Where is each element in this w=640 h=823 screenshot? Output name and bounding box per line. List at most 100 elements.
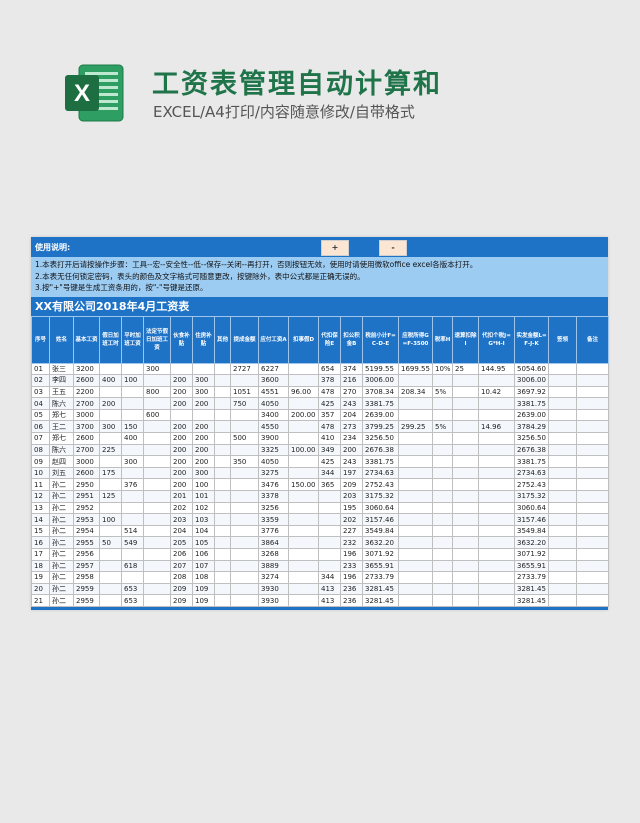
table-cell[interactable]: 3000 xyxy=(73,408,100,422)
table-cell[interactable]: 203 xyxy=(340,490,363,503)
table-cell[interactable] xyxy=(318,513,341,526)
table-cell[interactable] xyxy=(576,501,609,515)
table-cell[interactable]: 3256.50 xyxy=(514,432,549,445)
table-cell[interactable]: 1051 xyxy=(230,385,259,399)
table-cell[interactable]: 4551 xyxy=(258,385,289,399)
table-cell[interactable] xyxy=(478,490,515,503)
table-cell[interactable] xyxy=(143,559,171,573)
table-cell[interactable]: 478 xyxy=(318,385,341,399)
table-cell[interactable]: 07 xyxy=(31,432,50,445)
table-cell[interactable]: 175 xyxy=(99,466,122,480)
table-cell[interactable] xyxy=(452,501,479,515)
table-cell[interactable] xyxy=(432,455,453,468)
table-cell[interactable] xyxy=(99,559,122,573)
table-cell[interactable]: 208.34 xyxy=(398,385,433,399)
table-cell[interactable]: 549 xyxy=(121,536,144,549)
table-cell[interactable] xyxy=(143,594,171,607)
table-cell[interactable] xyxy=(432,466,453,480)
table-cell[interactable]: 205 xyxy=(170,536,193,549)
table-cell[interactable]: 96.00 xyxy=(288,385,319,399)
table-cell[interactable]: 4050 xyxy=(258,397,289,410)
table-cell[interactable] xyxy=(576,455,609,468)
table-cell[interactable]: 2956 xyxy=(73,548,100,561)
table-cell[interactable] xyxy=(432,594,453,607)
table-cell[interactable]: 5% xyxy=(432,420,453,434)
table-cell[interactable] xyxy=(99,408,122,422)
table-cell[interactable]: 300 xyxy=(192,466,215,480)
table-cell[interactable]: 21 xyxy=(31,594,50,607)
table-cell[interactable]: 14.96 xyxy=(478,420,515,434)
table-cell[interactable]: 410 xyxy=(318,432,341,445)
table-cell[interactable] xyxy=(478,443,515,457)
table-cell[interactable] xyxy=(288,571,319,584)
table-cell[interactable] xyxy=(99,501,122,515)
table-cell[interactable]: 500 xyxy=(230,432,259,445)
table-cell[interactable] xyxy=(288,559,319,573)
table-cell[interactable]: 02 xyxy=(31,374,50,387)
table-cell[interactable] xyxy=(230,466,259,480)
table-cell[interactable]: 李四 xyxy=(49,374,74,387)
table-cell[interactable]: 3071.92 xyxy=(514,548,549,561)
table-cell[interactable]: 200 xyxy=(192,397,215,410)
table-cell[interactable] xyxy=(478,536,515,549)
table-cell[interactable]: 3381.75 xyxy=(514,455,549,468)
table-cell[interactable]: 2700 xyxy=(73,397,100,410)
table-cell[interactable] xyxy=(214,443,231,457)
table-cell[interactable] xyxy=(121,408,144,422)
table-cell[interactable] xyxy=(548,397,577,410)
table-cell[interactable] xyxy=(478,408,515,422)
table-cell[interactable] xyxy=(318,559,341,573)
table-cell[interactable]: 孙二 xyxy=(49,501,74,515)
table-cell[interactable] xyxy=(99,524,122,538)
table-cell[interactable]: 2676.38 xyxy=(362,443,399,457)
table-cell[interactable]: 16 xyxy=(31,536,50,549)
table-cell[interactable] xyxy=(398,582,433,596)
table-cell[interactable] xyxy=(318,548,341,561)
table-cell[interactable]: 195 xyxy=(340,501,363,515)
table-cell[interactable] xyxy=(576,536,609,549)
table-cell[interactable] xyxy=(452,582,479,596)
table-cell[interactable]: 12 xyxy=(31,490,50,503)
table-cell[interactable] xyxy=(230,443,259,457)
table-cell[interactable]: 2600 xyxy=(73,432,100,445)
table-cell[interactable] xyxy=(452,513,479,526)
table-cell[interactable]: 225 xyxy=(99,443,122,457)
table-cell[interactable] xyxy=(121,513,144,526)
table-cell[interactable]: 孙二 xyxy=(49,513,74,526)
table-cell[interactable]: 201 xyxy=(170,490,193,503)
table-cell[interactable]: 4550 xyxy=(258,420,289,434)
table-cell[interactable]: 150.00 xyxy=(288,478,319,492)
table-cell[interactable] xyxy=(452,408,479,422)
table-cell[interactable]: 344 xyxy=(318,466,341,480)
table-cell[interactable]: 刘五 xyxy=(49,466,74,480)
table-cell[interactable] xyxy=(432,571,453,584)
table-cell[interactable]: 03 xyxy=(31,385,50,399)
table-cell[interactable] xyxy=(548,466,577,480)
table-cell[interactable]: 2734.63 xyxy=(514,466,549,480)
table-cell[interactable] xyxy=(230,420,259,434)
table-cell[interactable]: 344 xyxy=(318,571,341,584)
table-cell[interactable]: 425 xyxy=(318,455,341,468)
table-cell[interactable]: 孙二 xyxy=(49,478,74,492)
table-cell[interactable]: 3381.75 xyxy=(514,397,549,410)
table-cell[interactable] xyxy=(452,594,479,607)
table-cell[interactable]: 3549.84 xyxy=(514,524,549,538)
table-cell[interactable] xyxy=(214,466,231,480)
table-cell[interactable] xyxy=(576,582,609,596)
table-cell[interactable]: 2955 xyxy=(73,536,100,549)
table-cell[interactable] xyxy=(143,490,171,503)
table-cell[interactable]: 365 xyxy=(318,478,341,492)
table-cell[interactable]: 2953 xyxy=(73,513,100,526)
table-cell[interactable]: 3632.20 xyxy=(362,536,399,549)
table-cell[interactable]: 478 xyxy=(318,420,341,434)
table-cell[interactable]: 3060.64 xyxy=(362,501,399,515)
table-cell[interactable] xyxy=(432,582,453,596)
table-cell[interactable]: 234 xyxy=(340,432,363,445)
table-cell[interactable] xyxy=(478,501,515,515)
table-cell[interactable]: 653 xyxy=(121,582,144,596)
table-cell[interactable] xyxy=(192,362,215,376)
table-cell[interactable] xyxy=(548,362,577,376)
table-cell[interactable] xyxy=(230,501,259,515)
table-cell[interactable]: 3175.32 xyxy=(514,490,549,503)
table-cell[interactable] xyxy=(576,548,609,561)
